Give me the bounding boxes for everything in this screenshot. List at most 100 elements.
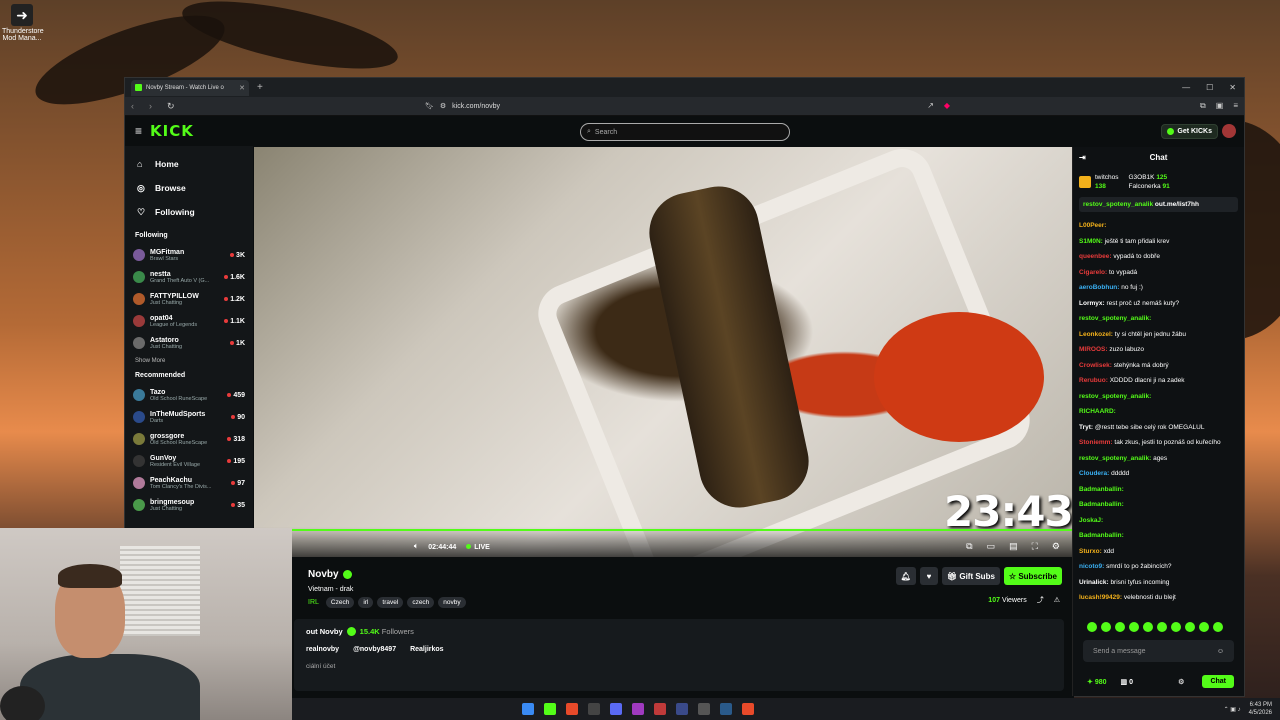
pinned-message[interactable]: restov_spoteny_analik out.me/list7hh	[1079, 197, 1238, 212]
chat-username[interactable]: restov_spoteny_analik:	[1079, 315, 1151, 322]
chat-username[interactable]: Badmanballin:	[1079, 501, 1124, 508]
emote-icon[interactable]	[1143, 622, 1153, 632]
get-kicks-button[interactable]: Get KICKs	[1161, 124, 1218, 139]
chat-username[interactable]: Urinalick:	[1079, 579, 1109, 586]
channel-item[interactable]: Astatoro Just Chatting 1K	[133, 332, 245, 354]
forward-button[interactable]: ›	[149, 101, 159, 111]
emoji-picker-icon[interactable]: ☺	[1217, 648, 1224, 655]
video-player[interactable]: 23:43:43 🔈︎ 02:44:44 LIVE ⧉ ▭ ▤ ⛶ ⚙︎	[254, 147, 1074, 557]
social-tiktok[interactable]: Realjirkos	[410, 646, 443, 653]
chat-username[interactable]: Cloudera:	[1079, 470, 1109, 477]
user-avatar[interactable]	[1222, 124, 1236, 138]
app-icon[interactable]	[676, 703, 688, 715]
minimize-button[interactable]: —	[1182, 83, 1190, 92]
emote-icon[interactable]	[1129, 622, 1139, 632]
nav-home[interactable]: ⌂ Home	[133, 152, 245, 176]
collapse-chat-icon[interactable]: ⇥	[1079, 153, 1086, 162]
chat-username[interactable]: S1M0N:	[1079, 238, 1103, 245]
tag-chip[interactable]: travel	[377, 597, 404, 608]
emote-icon[interactable]	[1185, 622, 1195, 632]
tray-icons[interactable]: ⌃ ▣ ♪	[1224, 706, 1241, 713]
close-tab-icon[interactable]: ✕	[239, 84, 245, 92]
show-more-link[interactable]: Show More	[135, 358, 245, 364]
chat-username[interactable]: Tryt:	[1079, 424, 1093, 431]
browser-tab[interactable]: Novby Stream - Watch Live o ✕	[131, 79, 249, 96]
channel-item[interactable]: FATTYPILLOW Just Chatting 1.2K	[133, 288, 245, 310]
subscribe-button[interactable]: ☆ Subscribe	[1003, 567, 1062, 585]
emote-icon[interactable]	[1199, 622, 1209, 632]
chat-username[interactable]: L00Peer:	[1079, 222, 1106, 229]
chat-username[interactable]: Badmanballin:	[1079, 486, 1124, 493]
reload-button[interactable]: ↻	[167, 101, 177, 112]
social-instagram[interactable]: realnovby	[306, 646, 339, 653]
shield-icon[interactable]: ◆	[944, 101, 950, 111]
emote-icon[interactable]	[1087, 622, 1097, 632]
emote-icon[interactable]	[1115, 622, 1125, 632]
back-button[interactable]: ‹	[131, 101, 141, 111]
clip-icon[interactable]: ▤	[1009, 541, 1018, 552]
new-tab-button[interactable]: +	[257, 82, 263, 93]
channel-item[interactable]: Tazo Old School RuneScape 459	[133, 384, 245, 406]
volume-icon[interactable]: 🔈︎	[414, 543, 418, 551]
channel-item[interactable]: MGFitman Brawl Stars 3K	[133, 244, 245, 266]
channel-item[interactable]: grossgore Old School RuneScape 318	[133, 428, 245, 450]
send-chat-button[interactable]: Chat	[1202, 675, 1234, 688]
chat-username[interactable]: Crowlisek:	[1079, 362, 1112, 369]
channel-item[interactable]: PeachKachu Tom Clancy's The Divis... 97	[133, 472, 245, 494]
fullscreen-icon[interactable]: ⛶	[1032, 541, 1038, 552]
app-icon[interactable]	[654, 703, 666, 715]
channel-item[interactable]: bringmesoup Just Chatting 35	[133, 494, 245, 516]
gift-subs-button[interactable]: 🎁︎ Gift Subs	[941, 567, 1000, 585]
nav-following[interactable]: ♡ Following	[133, 200, 245, 224]
chat-username[interactable]: Leonkozel:	[1079, 331, 1113, 338]
search-input[interactable]: ⌕ Search	[580, 123, 790, 141]
chat-settings-icon[interactable]: ⚙︎	[1178, 678, 1184, 686]
chat-username[interactable]: queenbee:	[1079, 253, 1112, 260]
wallet-icon[interactable]: ▣	[1216, 101, 1224, 111]
chat-username[interactable]: JoskaJ:	[1079, 517, 1103, 524]
chat-username[interactable]: Lormyx:	[1079, 300, 1105, 307]
app-icon[interactable]	[632, 703, 644, 715]
bookmark-icon[interactable]: 🔖︎	[425, 102, 434, 110]
kick-logo[interactable]: KICK	[150, 122, 194, 140]
chat-username[interactable]: aeroBobhun:	[1079, 284, 1119, 291]
report-icon[interactable]: ⚠	[1054, 596, 1060, 604]
chat-username[interactable]: Stoniemm:	[1079, 439, 1113, 446]
theater-icon[interactable]: ▭	[987, 541, 996, 552]
channel-item[interactable]: GunVoy Resident Evil Village 195	[133, 450, 245, 472]
hamburger-icon[interactable]: ≡	[135, 124, 142, 138]
chat-username[interactable]: Cigarelo:	[1079, 269, 1107, 276]
share-icon[interactable]: ↗	[927, 101, 934, 111]
progress-bar[interactable]	[254, 529, 1074, 531]
maximize-button[interactable]: ☐	[1206, 83, 1213, 92]
chat-username[interactable]: nicoto9:	[1079, 563, 1104, 570]
site-info-icon[interactable]: ⚙︎	[440, 102, 446, 110]
pip-icon[interactable]: ⧉	[966, 541, 972, 552]
browser-active-icon[interactable]	[742, 703, 754, 715]
chat-username[interactable]: lucash!99429:	[1079, 594, 1122, 601]
steam-icon[interactable]	[720, 703, 732, 715]
url-field[interactable]: kick.com/novby	[452, 103, 500, 110]
chat-username[interactable]: restov_spoteny_analik:	[1079, 393, 1151, 400]
share-icon[interactable]: ⤴	[1037, 595, 1044, 605]
follow-heart-button[interactable]: ♥	[919, 567, 938, 585]
chat-username[interactable]: RICHAARD:	[1079, 408, 1116, 415]
emote-icon[interactable]	[1213, 622, 1223, 632]
emote-icon[interactable]	[1157, 622, 1167, 632]
extensions-icon[interactable]: ⧉	[1200, 101, 1206, 111]
clock[interactable]: 6:43 PM 4/5/2026	[1249, 701, 1272, 717]
emote-icon[interactable]	[1101, 622, 1111, 632]
tag-chip[interactable]: irl	[358, 597, 374, 608]
chat-username[interactable]: Badmanballin:	[1079, 532, 1124, 539]
close-window-button[interactable]: ✕	[1229, 83, 1236, 92]
app-icon[interactable]	[698, 703, 710, 715]
kick-app-icon[interactable]	[544, 703, 556, 715]
brave-icon[interactable]	[566, 703, 578, 715]
discord-icon[interactable]	[610, 703, 622, 715]
gift-count[interactable]: ▥ 0	[1121, 678, 1133, 686]
notification-bell-button[interactable]: 🔔︎	[895, 567, 916, 585]
category-link[interactable]: IRL	[308, 599, 319, 606]
emote-icon[interactable]	[1171, 622, 1181, 632]
channel-item[interactable]: InTheMudSports Darts 90	[133, 406, 245, 428]
chat-username[interactable]: restov_spoteny_analik:	[1079, 455, 1151, 462]
